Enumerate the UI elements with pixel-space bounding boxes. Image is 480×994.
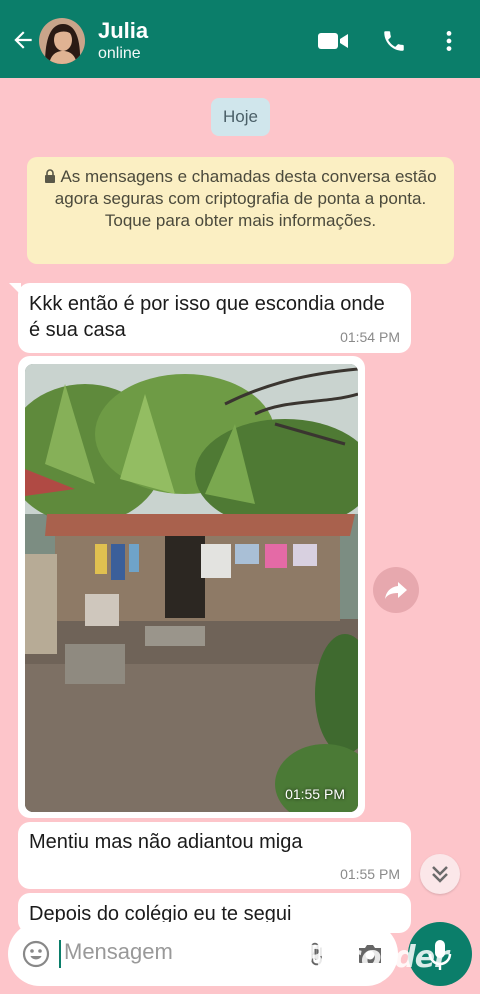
message-text: Kkk então é por isso que escondia onde é…: [29, 293, 385, 341]
encryption-notice[interactable]: As mensagens e chamadas desta conversa e…: [27, 157, 454, 264]
contact-name[interactable]: Julia: [98, 18, 148, 44]
scroll-down-button[interactable]: [420, 854, 460, 894]
contact-status: online: [98, 45, 141, 62]
back-arrow-icon[interactable]: [10, 27, 36, 53]
bubble-tail: [9, 283, 21, 295]
message-input[interactable]: Mensagem: [64, 939, 173, 965]
message-bubble[interactable]: Mentiu mas não adiantou miga 01:55 PM: [18, 822, 411, 889]
double-chevron-down-icon: [432, 866, 448, 883]
avatar[interactable]: [39, 18, 85, 64]
message-text: Mentiu mas não adiantou miga: [29, 831, 303, 853]
lock-icon: [45, 169, 56, 183]
image-message-bubble[interactable]: 01:55 PM: [18, 356, 365, 818]
date-chip: Hoje: [211, 98, 270, 136]
image-time: 01:55 PM: [285, 786, 345, 802]
encryption-notice-text: As mensagens e chamadas desta conversa e…: [54, 167, 437, 230]
forward-button[interactable]: [373, 567, 419, 613]
phone-icon[interactable]: [378, 28, 410, 54]
shared-photo[interactable]: 01:55 PM: [25, 364, 358, 812]
message-bubble[interactable]: Kkk então é por isso que escondia onde é…: [9, 283, 411, 353]
emoji-icon[interactable]: [22, 940, 50, 968]
more-vert-icon[interactable]: [436, 28, 462, 54]
recorder-watermark: XRecorder: [282, 940, 449, 975]
text-cursor: [59, 940, 61, 968]
video-call-icon[interactable]: [317, 28, 349, 54]
forward-icon: [385, 582, 407, 599]
message-time: 01:55 PM: [340, 866, 400, 882]
message-time: 01:54 PM: [340, 329, 400, 345]
chat-header: Julia online: [0, 0, 480, 78]
